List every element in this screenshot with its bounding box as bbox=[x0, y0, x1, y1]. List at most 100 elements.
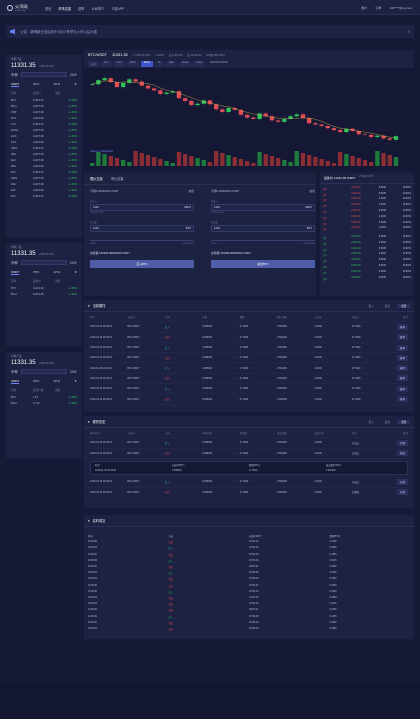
table-row[interactable]: 2018-01-25 18:30:21 BTC/USDT 买入 0.095600 27.… bbox=[84, 322, 414, 333]
table-row[interactable]: 2018-01-25 18:30:21 BTC/USDT 卖出 0.095600 27.… bbox=[84, 488, 414, 498]
filter-all[interactable]: 全部 bbox=[396, 419, 410, 424]
table-row[interactable]: 2018-01-25 18:30:21 BTC/USDT 卖出 0.095600 27.… bbox=[84, 353, 414, 364]
action-button[interactable]: 详情 bbox=[397, 439, 408, 446]
table-row[interactable]: 2018-01-25 18:30:21 BTC/USDT 卖出 0.095600 27.… bbox=[84, 449, 414, 459]
market-row[interactable]: BCH 11331.35 +2.38% bbox=[6, 291, 82, 297]
action-button[interactable]: 撤单 bbox=[397, 323, 408, 330]
nav-home[interactable]: 首页 bbox=[45, 6, 51, 11]
action-button[interactable]: 撤单 bbox=[397, 375, 408, 382]
orders-link[interactable]: 订单 bbox=[375, 6, 381, 10]
search-input[interactable] bbox=[20, 260, 67, 265]
user-email[interactable]: 133****@qq.com bbox=[389, 6, 412, 10]
table-row[interactable]: 2018-01-25 18:30:21 BTC/USDT 买入 0.095600 27.… bbox=[84, 384, 414, 395]
buy-button[interactable]: 买入BTC bbox=[90, 260, 194, 268]
table-row[interactable]: 2018-01-25 18:30:21 BTC/USDT 卖出 0.095600 27.… bbox=[84, 394, 414, 405]
amount-slider[interactable] bbox=[90, 240, 194, 241]
tab-btc[interactable]: BTC bbox=[34, 270, 40, 275]
table-row[interactable]: 2018-01-25 18:30:21 BTC/USDT 买入 0.095600 27.… bbox=[84, 343, 414, 354]
recharge-link[interactable]: 充值 bbox=[188, 189, 194, 193]
tab-usdt[interactable]: USDT bbox=[11, 379, 20, 384]
interval-button[interactable]: 1day bbox=[165, 61, 177, 67]
interval-button[interactable]: 15min bbox=[126, 61, 139, 67]
collapse-icon[interactable]: ▾ bbox=[88, 420, 90, 424]
currency-toggle[interactable]: CNY bbox=[70, 370, 77, 374]
sell-button[interactable]: 卖出BTC bbox=[211, 260, 315, 268]
account-link[interactable]: 账户 bbox=[361, 6, 367, 10]
cell: 0.0000 bbox=[314, 366, 322, 370]
row-action: 撤单 bbox=[389, 344, 408, 351]
tab-limit[interactable]: 限价交易 bbox=[90, 176, 103, 181]
interval-button[interactable]: 5min bbox=[113, 61, 125, 67]
tab-market[interactable]: 市价交易 bbox=[111, 176, 124, 181]
action-button[interactable]: 撤单 bbox=[397, 334, 408, 341]
search-input[interactable] bbox=[20, 369, 67, 374]
action-button[interactable]: 撤单 bbox=[397, 365, 408, 372]
close-icon[interactable]: × bbox=[408, 30, 410, 34]
amount-input[interactable]: 1234 BTC bbox=[90, 225, 194, 232]
collapse-icon[interactable]: ▾ bbox=[88, 519, 90, 523]
action-button[interactable]: 收起 bbox=[397, 450, 408, 457]
interval-button[interactable]: 分时 bbox=[88, 61, 99, 67]
interval-button[interactable]: 1mon bbox=[193, 61, 206, 67]
tab-favorites[interactable]: ★ bbox=[74, 82, 77, 87]
price-input[interactable]: 1234 USDT bbox=[90, 204, 194, 211]
column-header: 价格(USDT) bbox=[172, 464, 185, 467]
nav-about[interactable]: 公司简介 bbox=[92, 6, 105, 11]
market-row[interactable]: ELF 11407.00 +2.38% bbox=[6, 193, 82, 199]
tab-btc[interactable]: BTC bbox=[34, 82, 40, 87]
nav-trade[interactable]: 币币交易 bbox=[58, 6, 71, 11]
table-row[interactable]: 2018-01-25 18:30:21 BTC/USDT 买入 0.095600 27.… bbox=[84, 477, 414, 488]
filter-sell[interactable]: 卖出 bbox=[381, 420, 394, 424]
interval-button[interactable]: 1h bbox=[155, 61, 164, 67]
table-row[interactable]: 2018-01-25 18:30:21 BTC/USDT 买入 0.095600 27.… bbox=[84, 363, 414, 374]
tab-btc[interactable]: BTC bbox=[34, 379, 40, 384]
price-cny: ≈7813.18 CNY bbox=[211, 212, 225, 214]
announcement-text[interactable]: 公告：新牌新业务应用于1月15号举办火币公益大赛 bbox=[20, 29, 97, 34]
currency-toggle[interactable]: CNY bbox=[70, 73, 77, 77]
tab-usdt[interactable]: USDT bbox=[11, 270, 20, 275]
amount-input[interactable]: 1234 BTC bbox=[211, 225, 315, 232]
action-button[interactable]: 撤单 bbox=[397, 354, 408, 361]
cell: BTC/USDT bbox=[127, 356, 140, 360]
action-button[interactable]: 撤单 bbox=[397, 396, 408, 403]
tab-eth[interactable]: ETH bbox=[54, 82, 60, 87]
amount-slider[interactable] bbox=[211, 240, 315, 241]
interval-button[interactable]: 1week bbox=[178, 61, 192, 67]
filter-buy[interactable]: 买入 bbox=[364, 304, 377, 308]
table-row[interactable]: 2018-01-25 18:30:21 BTC/USDT 买入 0.095600 27.… bbox=[84, 438, 414, 449]
tab-usdt[interactable]: USDT bbox=[11, 82, 20, 87]
cell: BTC/USDT bbox=[127, 451, 140, 455]
interval-button[interactable]: 30min bbox=[140, 61, 154, 67]
market-row[interactable]: BCH 17.72 +2.38% bbox=[6, 400, 82, 406]
nav-app[interactable]: 下载APP bbox=[111, 6, 124, 11]
search-input[interactable] bbox=[20, 72, 67, 77]
table-row[interactable]: 2018-01-25 18:30:21 BTC/USDT 卖出 0.095600 27.… bbox=[84, 374, 414, 385]
level-label: 买2 bbox=[323, 243, 327, 246]
action-button[interactable]: 详情 bbox=[397, 478, 408, 485]
level-label: 买6 bbox=[323, 267, 327, 270]
tab-favorites[interactable]: ★ bbox=[74, 379, 77, 384]
filter-all[interactable]: 全部 bbox=[396, 303, 410, 308]
cell: 0.0360 bbox=[329, 627, 337, 630]
price-input[interactable]: 1234 USDT bbox=[211, 204, 315, 211]
kline-chart[interactable]: Chart by TradingView bbox=[84, 68, 414, 170]
filter-sell[interactable]: 卖出 bbox=[381, 304, 394, 308]
table-row[interactable]: 2018-01-25 18:30:21 BTC/USDT 卖出 0.095600 27.… bbox=[84, 333, 414, 343]
tab-eth[interactable]: ETH bbox=[54, 270, 60, 275]
nav-fees[interactable]: 费率 bbox=[78, 6, 84, 11]
tab-favorites[interactable]: ★ bbox=[74, 270, 77, 275]
cell: 卖出 bbox=[168, 542, 174, 545]
filter-buy[interactable]: 买入 bbox=[364, 420, 377, 424]
logo[interactable]: 火币网 HUOBI.COM bbox=[7, 4, 28, 12]
action-button[interactable]: 撤单 bbox=[397, 385, 408, 392]
interval-button[interactable]: 1min bbox=[100, 61, 112, 67]
action-button[interactable]: 详情 bbox=[397, 489, 408, 496]
currency-toggle[interactable]: CNY bbox=[70, 261, 77, 265]
collapse-icon[interactable]: ▾ bbox=[88, 304, 90, 308]
recharge-link[interactable]: 充值 bbox=[309, 189, 315, 193]
level-amount: 4.2183 bbox=[378, 204, 386, 207]
action-button[interactable]: 撤单 bbox=[397, 344, 408, 351]
tab-eth[interactable]: ETH bbox=[54, 379, 60, 384]
balance-row: 可用0.00000000 USDT 充值 bbox=[211, 189, 315, 193]
orderbook-row[interactable]: 买8 11000.00 0.5345 13.9761 bbox=[320, 276, 414, 282]
